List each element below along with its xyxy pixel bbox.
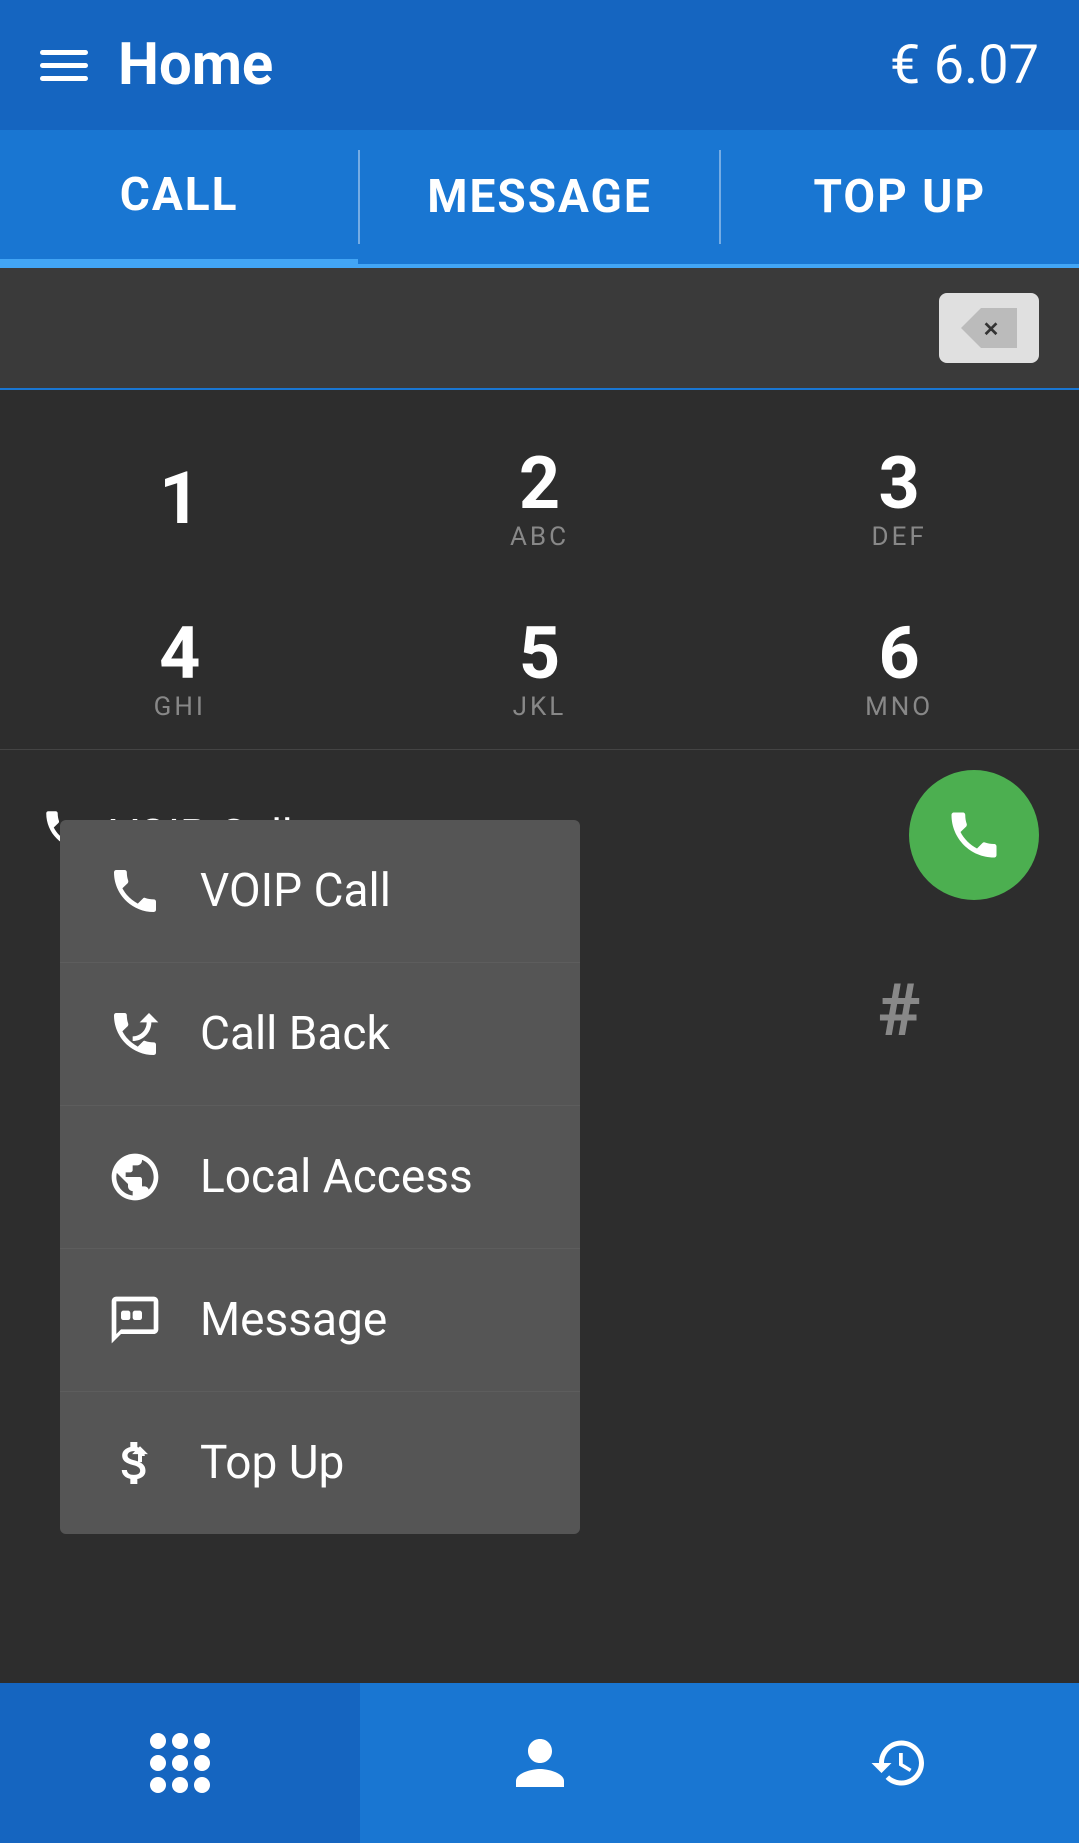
dropdown-topup-label: Top Up (200, 1436, 344, 1490)
key-5-letters: JKL (513, 692, 567, 722)
keypad-row-2: 4 GHI 5 JKL 6 MNO (0, 590, 1079, 750)
dial-area: 1 2 ABC 3 DEF 4 GHI 5 JKL 6 (0, 390, 1079, 1090)
key-2[interactable]: 2 ABC (389, 420, 689, 580)
tab-call[interactable]: CALL (0, 130, 358, 264)
key-3[interactable]: 3 DEF (749, 420, 1049, 580)
tab-message[interactable]: MESSAGE (360, 130, 718, 264)
menu-button[interactable] (40, 50, 88, 81)
globe-icon (100, 1142, 170, 1212)
key-1-num: 1 (159, 463, 200, 535)
call-button-icon (944, 805, 1004, 865)
svg-text:✕: ✕ (983, 319, 1000, 341)
key-5-num: 5 (519, 618, 560, 690)
phone-input[interactable] (40, 288, 939, 368)
nav-item-history[interactable] (719, 1683, 1079, 1843)
page-title: Home (118, 31, 273, 99)
key-6[interactable]: 6 MNO (749, 590, 1049, 750)
key-3-num: 3 (878, 448, 919, 520)
call-button[interactable] (909, 770, 1039, 900)
key-hash[interactable]: # (749, 930, 1049, 1090)
message-icon (100, 1285, 170, 1355)
dropdown-menu: VOIP Call Call Back Local Access (60, 820, 580, 1534)
key-4-num: 4 (159, 618, 200, 690)
contacts-icon (510, 1733, 570, 1793)
key-6-num: 6 (878, 618, 919, 690)
nav-item-contacts[interactable] (360, 1683, 720, 1843)
key-6-letters: MNO (865, 692, 933, 722)
dropdown-message-label: Message (200, 1293, 387, 1347)
key-2-letters: ABC (510, 522, 569, 552)
dropdown-local-label: Local Access (200, 1150, 473, 1204)
key-4[interactable]: 4 GHI (30, 590, 330, 750)
dropdown-item-local[interactable]: Local Access (60, 1106, 580, 1249)
balance-display: € 6.07 (890, 34, 1039, 97)
bottom-nav (0, 1683, 1079, 1843)
key-5[interactable]: 5 JKL (389, 590, 689, 750)
keypad-row-1: 1 2 ABC 3 DEF (0, 420, 1079, 580)
backspace-button[interactable]: ✕ (939, 293, 1039, 363)
dropdown-callback-label: Call Back (200, 1007, 390, 1061)
nav-item-dialpad[interactable] (0, 1683, 360, 1843)
key-3-letters: DEF (872, 522, 927, 552)
dropdown-item-voip[interactable]: VOIP Call (60, 820, 580, 963)
key-4-letters: GHI (154, 692, 206, 722)
dropdown-voip-label: VOIP Call (200, 864, 391, 918)
history-icon (869, 1733, 929, 1793)
header-left: Home (40, 31, 273, 99)
tab-bar: CALL MESSAGE TOP UP (0, 130, 1079, 268)
money-icon (100, 1428, 170, 1498)
header: Home € 6.07 (0, 0, 1079, 130)
key-hash-num: # (878, 968, 921, 1053)
key-1[interactable]: 1 (30, 420, 330, 580)
callback-icon (100, 999, 170, 1069)
dropdown-item-message[interactable]: Message (60, 1249, 580, 1392)
phone-input-area: ✕ (0, 268, 1079, 390)
tab-topup[interactable]: TOP UP (721, 130, 1079, 264)
backspace-icon: ✕ (961, 308, 1017, 348)
phone-icon (100, 856, 170, 926)
dialpad-icon (150, 1733, 210, 1793)
key-2-num: 2 (519, 448, 560, 520)
dropdown-item-topup[interactable]: Top Up (60, 1392, 580, 1534)
dropdown-item-callback[interactable]: Call Back (60, 963, 580, 1106)
